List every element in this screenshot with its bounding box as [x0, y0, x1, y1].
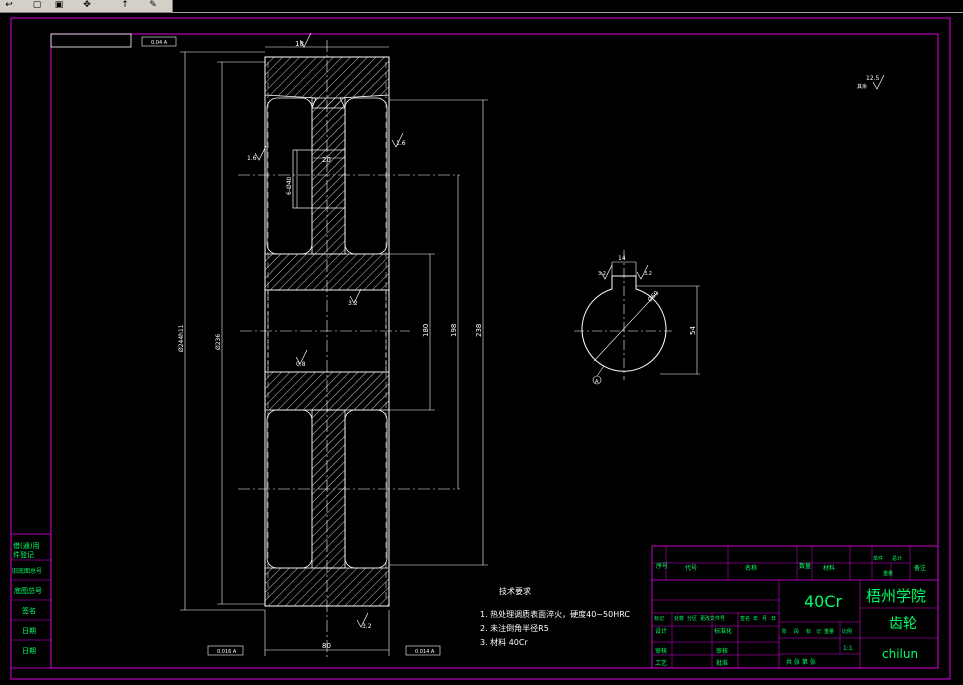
- tb-school: 梧州学院: [866, 587, 926, 605]
- tb-role-review: 审核: [655, 647, 667, 655]
- section-depth: 54: [689, 326, 697, 335]
- strip-label-7: 日期: [22, 647, 36, 655]
- tb-header-material: 材料: [823, 564, 835, 572]
- tb-stage-3: 标: [806, 628, 811, 635]
- tb-stage-2: 段: [794, 628, 799, 635]
- tb-role-standard: 标准化: [714, 627, 732, 635]
- tb-rev-row: 标记: [654, 615, 664, 622]
- roughness-symbols: [254, 32, 885, 628]
- dim-keyway-spec: 6-Ø40: [286, 176, 293, 195]
- tb-scale: 1:1: [843, 645, 853, 652]
- tb-rev-row-5: 签名: [740, 615, 750, 622]
- tb-stage-4: 记: [816, 628, 821, 635]
- dimension-texts: 18 20 6-Ø40 Ø244h11 Ø236 180 198 238 80 …: [178, 40, 880, 650]
- title-block: 序号 代号 名称 数量 材料 单件 总计 重量 备注 标记 处数 分区 更改文件…: [651, 545, 939, 669]
- strip-label-2: 件登记: [13, 550, 34, 559]
- dim-outer-dia: Ø244h11: [178, 324, 185, 352]
- rough-other: 其余: [857, 83, 867, 90]
- tb-role-approve: 批准: [716, 659, 728, 667]
- dim-180: 180: [422, 324, 430, 337]
- rough-125: 12.5: [866, 75, 880, 82]
- tb-stage-5: 重量: [824, 628, 834, 635]
- tb-material: 40Cr: [804, 592, 843, 611]
- tb-rev-row-3: 分区: [687, 615, 697, 622]
- strip-label-3: 旧底图总号: [12, 567, 42, 575]
- dim-bottom-width: 80: [322, 642, 331, 650]
- tb-role-review2: 审核: [716, 647, 728, 655]
- tb-header-total: 总计: [892, 555, 902, 562]
- tb-header-code: 代号: [685, 564, 697, 572]
- tech-title: 技术要求: [499, 586, 531, 596]
- tech-requirements: 技术要求 1. 热处理调质表面淬火，硬度40~50HRC 2. 未注倒角半径R5…: [480, 586, 630, 647]
- section-rough-b: 3.2: [644, 271, 652, 277]
- tb-rev-row-2: 处数: [674, 615, 684, 622]
- tb-header-unit: 单件: [873, 555, 883, 562]
- tb-stage-6: 比例: [842, 628, 852, 635]
- section-dia: Ø60: [646, 290, 660, 304]
- tb-sheet: 共 张 第 张: [786, 658, 816, 666]
- gear-section: [238, 40, 460, 660]
- shaft-section-view: 14 Ø60 54 3.2 3.2 A: [574, 250, 700, 385]
- tb-subheader-weight: 重量: [883, 570, 893, 577]
- dim-238: 238: [475, 324, 483, 337]
- gdt-bottom-left: 0.016 A: [217, 649, 237, 655]
- dim-hub-offset: 20: [322, 156, 331, 164]
- strip-label-4: 底图总号: [14, 586, 42, 595]
- strip-label-1: 借(通)用: [13, 541, 39, 550]
- tb-role-process: 工艺: [655, 659, 667, 667]
- gdt-bottom-right: 0.014 A: [415, 649, 435, 655]
- tb-header-seq: 序号: [656, 562, 668, 570]
- tech-item-2: 2. 未注倒角半径R5: [480, 623, 549, 633]
- rough-32b: 3.2: [362, 623, 372, 630]
- gdt-frames: 0.04 A 0.016 A 0.014 A: [141, 36, 441, 656]
- tb-rev-row-6: 年: [753, 615, 758, 622]
- section-datum: A: [595, 379, 599, 385]
- section-rough-a: 3.2: [598, 271, 606, 277]
- tb-header-remarks: 备注: [914, 564, 926, 572]
- tech-item-3: 3. 材料 40Cr: [480, 637, 528, 647]
- cad-drawing: 18 20 6-Ø40 Ø244h11 Ø236 180 198 238 80 …: [10, 17, 951, 680]
- rough-16a: 1.6: [247, 155, 257, 162]
- corner-code-box: [50, 33, 132, 48]
- tb-part-name: 齿轮: [889, 616, 917, 632]
- left-strip-table: 借(通)用 件登记 旧底图总号 底图总号 签名 日期 日期: [10, 533, 52, 669]
- tb-rev-row-7: 月: [762, 616, 767, 622]
- tb-drawing-no: chilun: [882, 647, 918, 661]
- tb-header-name: 名称: [745, 564, 757, 572]
- tb-role-design: 设计: [655, 627, 667, 635]
- dim-pitch-dia: Ø236: [215, 334, 222, 350]
- tb-stage-1: 阶: [782, 628, 787, 635]
- strip-label-5: 签名: [22, 606, 36, 615]
- tb-header-qty: 数量: [799, 562, 811, 570]
- tech-item-1: 1. 热处理调质表面淬火，硬度40~50HRC: [480, 609, 630, 619]
- tb-rev-row-8: 日: [771, 616, 776, 622]
- gdt-top: 0.04 A: [151, 40, 168, 46]
- dim-198: 198: [450, 324, 458, 337]
- strip-label-6: 日期: [22, 627, 36, 635]
- section-keyway-width: 14: [618, 255, 626, 262]
- tb-rev-row-4: 更改文件号: [700, 615, 725, 622]
